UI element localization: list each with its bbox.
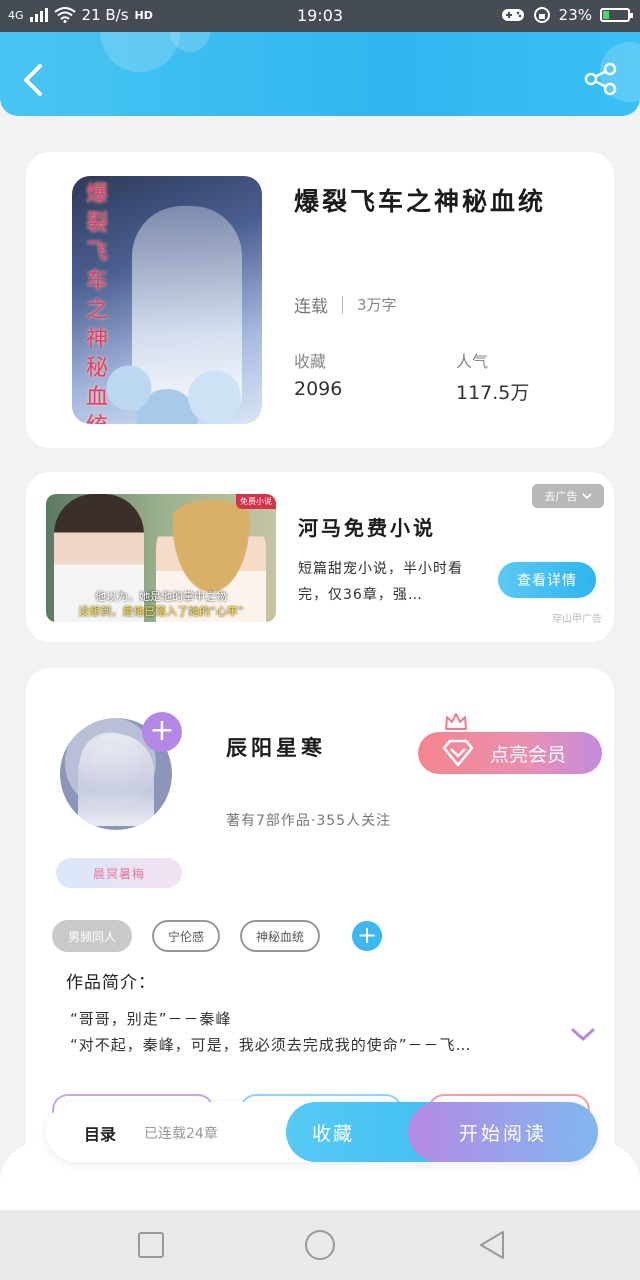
navigation-bar	[0, 1210, 640, 1280]
add-tag-button[interactable]: +	[352, 921, 383, 951]
favorites-label: 收藏	[294, 352, 327, 371]
ad-subtitle-line1: 他以为，她是他的掌中之物	[95, 590, 227, 603]
ad-image[interactable]: 免费小说 他以为，她是他的掌中之物 没想到，是他已落入了她的“心牢”	[46, 494, 276, 622]
ad-title: 河马免费小说	[298, 516, 436, 540]
popularity-label: 人气	[456, 352, 489, 371]
author-badge: 晨冥暑梅	[56, 858, 182, 888]
share-icon[interactable]	[584, 62, 618, 96]
book-info-card: 爆裂飞车之神秘血统 爆裂飞车之神秘血统 连载 3万字 收藏 2096 人气 11…	[26, 152, 614, 448]
cover-title: 爆裂飞车之神秘血统	[86, 182, 109, 424]
book-status: 连载	[294, 297, 328, 317]
follow-author-button[interactable]: +	[142, 712, 182, 752]
recents-icon[interactable]	[134, 1228, 168, 1262]
crown-icon	[445, 713, 467, 730]
tag-list: 男频同人 宁伦感 神秘血统 +	[52, 920, 383, 952]
vip-label: 点亮会员	[490, 743, 567, 766]
author-name[interactable]: 辰阳星寒	[226, 732, 326, 762]
ad-subtitle-line2: 没想到，是他已落入了她的“心牢”	[78, 605, 244, 618]
bottom-action-bar: 目录 已连载24章 收藏 开始阅读	[46, 1102, 598, 1162]
popularity-value: 117.5万	[456, 382, 530, 404]
remove-ad-button[interactable]: 去广告	[532, 484, 604, 508]
author-stats: 著有7部作品·355人关注	[226, 813, 392, 829]
toc-progress: 已连载24章	[144, 1126, 218, 1142]
book-cover[interactable]: 爆裂飞车之神秘血统	[72, 176, 262, 424]
intro-line: “哥哥，别走”－－秦峰	[70, 1010, 232, 1028]
ad-source: 穿山甲广告	[552, 614, 602, 625]
toc-button[interactable]: 目录	[84, 1121, 116, 1145]
remove-ad-label: 去广告	[544, 490, 578, 503]
tag-item[interactable]: 神秘血统	[240, 920, 321, 952]
status-right: 23%	[501, 6, 633, 24]
decor-bubble	[100, 32, 180, 72]
intro-line: “对不起，秦峰，可是，我必须去完成我的使命”－－飞…	[70, 1036, 472, 1054]
home-icon[interactable]	[303, 1228, 337, 1262]
tag-item[interactable]: 宁伦感	[152, 920, 221, 952]
book-meta: 连载 3万字	[294, 292, 397, 317]
battery-icon	[600, 8, 633, 22]
word-count: 3万字	[357, 296, 397, 314]
battery-fill	[603, 11, 609, 19]
meta-divider	[342, 295, 343, 314]
start-reading-button[interactable]: 开始阅读	[408, 1102, 598, 1162]
rotation-lock-icon	[533, 7, 550, 23]
ad-details-button[interactable]: 查看详情	[498, 562, 596, 598]
ad-card[interactable]: 免费小说 他以为，她是他的掌中之物 没想到，是他已落入了她的“心牢” 河马免费小…	[26, 472, 614, 642]
chevron-down-icon	[581, 493, 592, 500]
battery-percent: 23%	[558, 6, 592, 24]
avatar-figure	[78, 734, 154, 826]
top-header	[0, 32, 640, 116]
book-title: 爆裂飞车之神秘血统	[294, 187, 547, 216]
intro-label: 作品简介：	[66, 973, 156, 993]
gamepad-icon	[501, 9, 524, 21]
status-bar: 4G 21 B/s HD 19:03 23%	[0, 0, 640, 32]
vip-button[interactable]: 点亮会员	[418, 732, 602, 774]
tag-item[interactable]: 男频同人	[52, 920, 133, 952]
ad-description: 短篇甜宠小说，半小时看完，仅36章，强…	[298, 561, 463, 603]
back-arrow-icon[interactable]	[20, 62, 50, 98]
back-icon[interactable]	[475, 1228, 509, 1262]
favorites-value: 2096	[294, 378, 343, 400]
diamond-icon	[442, 739, 474, 767]
chevron-down-icon[interactable]	[570, 1026, 596, 1044]
ad-corner-tag: 免费小说	[236, 494, 276, 509]
